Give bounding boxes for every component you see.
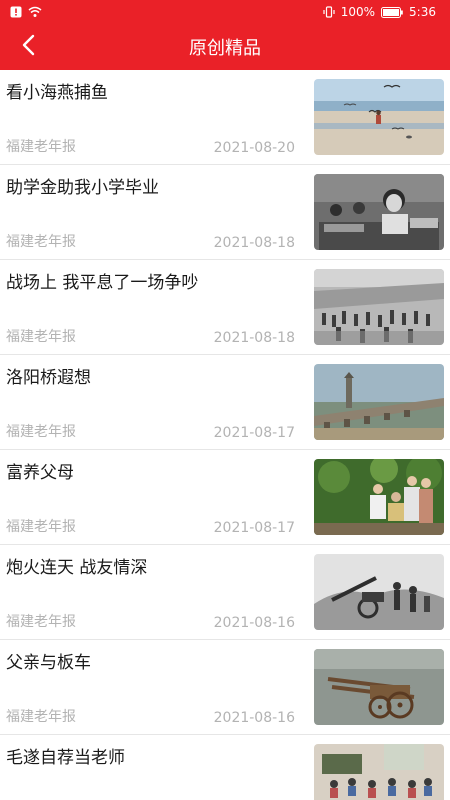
article-date: 2021-08-16 xyxy=(213,710,295,726)
article-thumbnail xyxy=(314,554,444,630)
article-title: 炮火连天 战友情深 xyxy=(6,558,148,578)
article-item[interactable]: 洛阳桥遐想 福建老年报 2021-08-17 xyxy=(0,355,450,450)
article-thumbnail xyxy=(314,744,444,800)
article-title: 毛遂自荐当老师 xyxy=(6,748,125,768)
battery-percent: 100% xyxy=(340,5,376,19)
page-title: 原创精品 xyxy=(189,38,261,59)
article-item[interactable]: 炮火连天 战友情深 福建老年报 2021-08-16 xyxy=(0,545,450,640)
article-date: 2021-08-18 xyxy=(213,235,295,251)
clock-time: 5:36 xyxy=(409,5,436,19)
alert-icon xyxy=(10,6,22,18)
article-thumbnail xyxy=(314,79,444,155)
wifi-icon xyxy=(28,6,42,18)
article-item[interactable]: 毛遂自荐当老师 xyxy=(0,735,450,800)
article-item[interactable]: 父亲与板车 福建老年报 2021-08-16 xyxy=(0,640,450,735)
article-item[interactable]: 看小海燕捕鱼 福建老年报 2021-08-20 xyxy=(0,70,450,165)
article-source: 福建老年报 xyxy=(6,519,76,535)
article-thumbnail xyxy=(314,174,444,250)
status-bar: 100% 5:36 xyxy=(0,0,450,24)
article-source: 福建老年报 xyxy=(6,614,76,630)
article-date: 2021-08-17 xyxy=(213,425,295,441)
article-source: 福建老年报 xyxy=(6,234,76,250)
article-source: 福建老年报 xyxy=(6,329,76,345)
article-title: 助学金助我小学毕业 xyxy=(6,178,159,198)
article-title: 看小海燕捕鱼 xyxy=(6,83,108,103)
article-date: 2021-08-18 xyxy=(213,330,295,346)
article-title: 父亲与板车 xyxy=(6,653,91,673)
article-item[interactable]: 战场上 我平息了一场争吵 福建老年报 2021-08-18 xyxy=(0,260,450,355)
article-title: 洛阳桥遐想 xyxy=(6,368,91,388)
article-source: 福建老年报 xyxy=(6,139,76,155)
article-item[interactable]: 助学金助我小学毕业 福建老年报 2021-08-18 xyxy=(0,165,450,260)
back-button[interactable] xyxy=(10,24,46,70)
article-thumbnail xyxy=(314,364,444,440)
article-date: 2021-08-16 xyxy=(213,615,295,631)
article-source: 福建老年报 xyxy=(6,709,76,725)
article-list[interactable]: 看小海燕捕鱼 福建老年报 2021-08-20 助学金助我小学毕业 福建老年报 … xyxy=(0,70,450,800)
app-header: 原创精品 xyxy=(0,24,450,70)
vibrate-icon xyxy=(323,6,335,18)
article-title: 战场上 我平息了一场争吵 xyxy=(6,273,199,293)
article-source: 福建老年报 xyxy=(6,424,76,440)
article-date: 2021-08-20 xyxy=(213,140,295,156)
article-thumbnail xyxy=(314,269,444,345)
chevron-left-icon xyxy=(21,34,35,60)
article-date: 2021-08-17 xyxy=(213,520,295,536)
battery-icon xyxy=(381,6,403,18)
article-thumbnail xyxy=(314,649,444,725)
article-item[interactable]: 富养父母 福建老年报 2021-08-17 xyxy=(0,450,450,545)
article-thumbnail xyxy=(314,459,444,535)
article-title: 富养父母 xyxy=(6,463,74,483)
